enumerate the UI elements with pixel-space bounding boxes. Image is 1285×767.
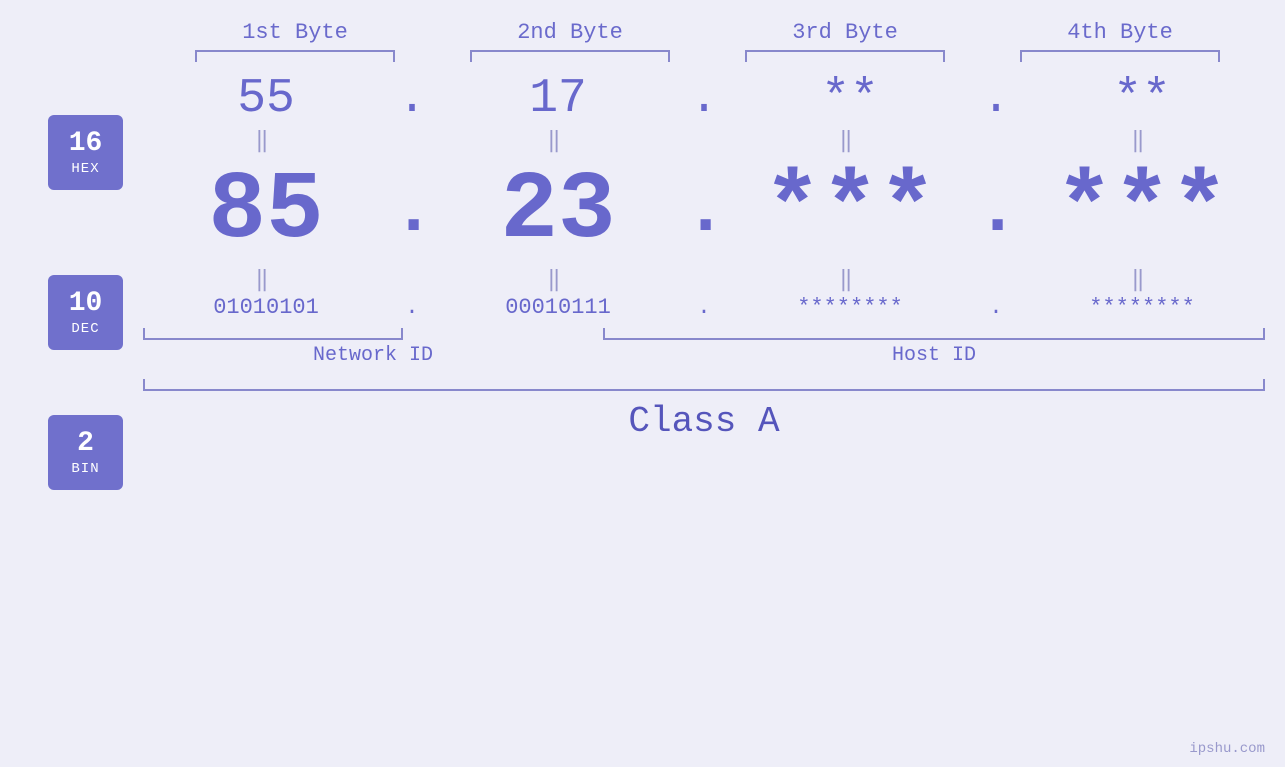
byte-header-3: 3rd Byte <box>725 20 965 45</box>
sep-2-2: ‖ <box>438 267 678 293</box>
watermark: ipshu.com <box>1189 741 1265 757</box>
byte-headers: 1st Byte 2nd Byte 3rd Byte 4th Byte <box>158 20 1258 45</box>
dec-number: 10 <box>69 287 103 321</box>
full-bracket <box>143 379 1265 391</box>
sep-1-1: ‖ <box>146 128 386 154</box>
dec-value-row: 85 . 23 . *** . *** <box>123 156 1285 265</box>
hex-dot-1: . <box>392 72 432 126</box>
hex-val-4: ** <box>1022 72 1262 126</box>
hex-value-row: 55 . 17 . ** . ** <box>123 72 1285 126</box>
rows-wrapper: 16 HEX 10 DEC 2 BIN 55 <box>0 72 1285 502</box>
hex-val-1: 55 <box>146 72 386 126</box>
bin-dot-3: . <box>976 295 1016 320</box>
dec-badge-wrapper: 10 DEC <box>48 222 123 402</box>
class-label: Class A <box>123 401 1285 442</box>
byte-header-4: 4th Byte <box>1000 20 1240 45</box>
hex-dot-3: . <box>976 72 1016 126</box>
hex-badge-wrapper: 16 HEX <box>48 82 123 222</box>
bin-value-row: 01010101 . 00010111 . ******** . *******… <box>123 295 1285 320</box>
sep-1-3: ‖ <box>730 128 970 154</box>
bottom-brackets-row <box>123 328 1285 340</box>
sep-1-2: ‖ <box>438 128 678 154</box>
dec-label: DEC <box>71 321 99 337</box>
bin-val-2: 00010111 <box>438 295 678 320</box>
sep-2-4: ‖ <box>1022 267 1262 293</box>
main-container: 1st Byte 2nd Byte 3rd Byte 4th Byte 16 H… <box>0 0 1285 767</box>
bracket-4 <box>1020 50 1220 62</box>
hex-val-2: 17 <box>438 72 678 126</box>
dec-dot-3: . <box>976 170 1016 252</box>
bin-dot-2: . <box>684 295 724 320</box>
hex-badge: 16 HEX <box>48 115 123 190</box>
id-labels-row: Network ID Host ID <box>123 340 1285 371</box>
sep-2: ‖ ‖ ‖ ‖ <box>123 265 1285 295</box>
bracket-3 <box>745 50 945 62</box>
dec-badge: 10 DEC <box>48 275 123 350</box>
dec-val-2: 23 <box>438 156 678 265</box>
sep-2-3: ‖ <box>730 267 970 293</box>
bin-badge: 2 BIN <box>48 415 123 490</box>
bracket-2 <box>470 50 670 62</box>
bin-label: BIN <box>71 461 99 477</box>
sep-1-4: ‖ <box>1022 128 1262 154</box>
bracket-1 <box>195 50 395 62</box>
bin-val-3: ******** <box>730 295 970 320</box>
right-rows: 55 . 17 . ** . ** ‖ ‖ ‖ ‖ 85 . <box>123 72 1285 502</box>
host-id-label: Host ID <box>603 344 1265 367</box>
bin-badge-wrapper: 2 BIN <box>48 402 123 502</box>
bin-number: 2 <box>77 427 94 461</box>
network-bracket <box>143 328 403 340</box>
sep-1: ‖ ‖ ‖ ‖ <box>123 126 1285 156</box>
host-bracket <box>603 328 1265 340</box>
dec-val-1: 85 <box>146 156 386 265</box>
bin-val-1: 01010101 <box>146 295 386 320</box>
hex-number: 16 <box>69 127 103 161</box>
byte-header-1: 1st Byte <box>175 20 415 45</box>
hex-label: HEX <box>71 161 99 177</box>
network-id-label: Network ID <box>143 344 603 367</box>
byte-header-2: 2nd Byte <box>450 20 690 45</box>
bin-val-4: ******** <box>1022 295 1262 320</box>
dec-dot-2: . <box>684 170 724 252</box>
dec-val-3: *** <box>730 156 970 265</box>
dec-val-4: *** <box>1022 156 1262 265</box>
hex-dot-2: . <box>684 72 724 126</box>
bracket-gap <box>403 328 603 340</box>
left-badges: 16 HEX 10 DEC 2 BIN <box>0 72 123 502</box>
top-bracket-row <box>158 50 1258 62</box>
sep-2-1: ‖ <box>146 267 386 293</box>
dec-dot-1: . <box>392 170 432 252</box>
hex-val-3: ** <box>730 72 970 126</box>
bin-dot-1: . <box>392 295 432 320</box>
